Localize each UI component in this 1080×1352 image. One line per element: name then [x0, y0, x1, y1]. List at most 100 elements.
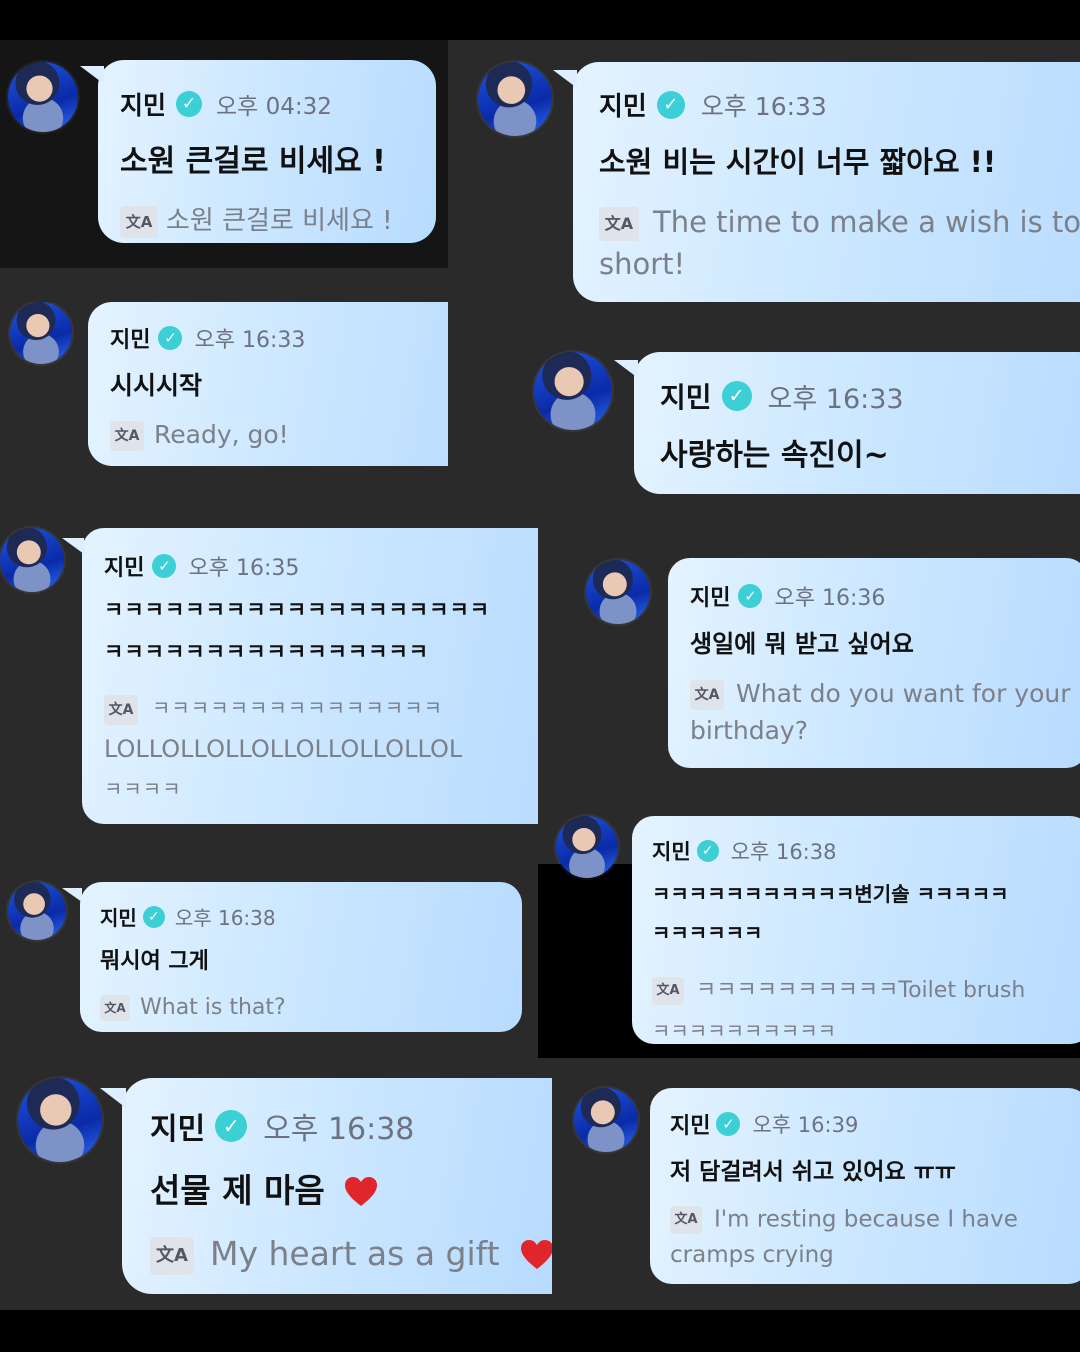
translate-icon: 文A — [690, 680, 724, 710]
translation-row: 文A What do you want for your — [690, 679, 1080, 710]
translation-row: 文A My heart as a gift — [150, 1234, 552, 1275]
chat-panel-6: 지민 ✓ 오후 16:36 생일에 뭐 받고 싶어요 文A What do you… — [538, 496, 1080, 796]
heart-icon — [344, 1176, 378, 1210]
message-text: 뭐시여 그게 — [100, 949, 209, 974]
translation-text: I'm resting because I have — [714, 1206, 1018, 1233]
message-header: 지민 ✓ 오후 16:35 — [104, 550, 570, 582]
sender-name: 지민 — [150, 1112, 206, 1147]
message-bubble[interactable]: 지민 ✓ 오후 04:32 소원 큰걸로 비세요 ! 文A 소원 큰걸로 비세요 … — [98, 60, 436, 243]
message-bubble[interactable]: 지민 ✓ 오후 16:38 선물 제 마음 文A My heart as a gi… — [122, 1078, 552, 1294]
translation-text: What is that? — [140, 995, 286, 1020]
sender-name: 지민 — [690, 586, 731, 611]
translate-icon: 文A — [652, 977, 684, 1005]
avatar[interactable] — [556, 816, 618, 878]
message-text-continued: ㅋㅋㅋㅋㅋㅋ — [652, 921, 763, 945]
message-header: 지민 ✓ 오후 16:39 — [670, 1108, 1080, 1140]
bubble-tail — [80, 66, 104, 84]
verified-check-icon: ✓ — [738, 584, 763, 608]
translation-text-continued: ㅋㅋㅋㅋㅋㅋㅋㅋㅋㅋ — [652, 1019, 836, 1043]
bubble-tail — [62, 888, 82, 902]
chat-panel-3 — [0, 268, 448, 302]
message-bubble[interactable]: 지민 ✓ 오후 16:33 사랑하는 속진이~ — [634, 352, 1080, 494]
heart-icon — [520, 1239, 552, 1273]
message-header: 지민 ✓ 오후 16:38 — [100, 902, 522, 931]
avatar[interactable] — [586, 560, 650, 624]
translate-icon: 文A — [104, 694, 138, 725]
message-time: 오후 16:33 — [700, 91, 827, 121]
sender-name: 지민 — [670, 1114, 711, 1139]
message-time: 오후 16:33 — [194, 328, 306, 353]
translation-row: 文A ㅋㅋㅋㅋㅋㅋㅋㅋㅋㅋㅋㅋㅋㅋㅋ — [104, 692, 570, 725]
message-bubble[interactable]: 지민 ✓ 오후 16:35 ㅋㅋㅋㅋㅋㅋㅋㅋㅋㅋㅋㅋㅋㅋㅋㅋㅋㅋㅋ ㅋㅋㅋㅋㅋㅋ… — [82, 528, 570, 824]
verified-check-icon: ✓ — [721, 381, 752, 411]
message-text: ㅋㅋㅋㅋㅋㅋㅋㅋㅋㅋㅋㅋㅋㅋㅋㅋㅋㅋㅋ — [104, 598, 491, 622]
message-time: 오후 16:36 — [774, 586, 886, 611]
verified-check-icon: ✓ — [716, 1112, 741, 1136]
translate-icon: 文A — [670, 1206, 702, 1234]
message-bubble[interactable]: 지민 ✓ 오후 16:39 저 담걸려서 쉬고 있어요 ㅠㅠ 文A I'm res… — [650, 1088, 1080, 1284]
avatar[interactable] — [8, 882, 66, 940]
chat-panel-10: 지민 ✓ 오후 16:38 선물 제 마음 文A My heart as a gi… — [0, 1058, 552, 1310]
translation-row: 文A I'm resting because I have — [670, 1206, 1080, 1234]
message-bubble[interactable]: 지민 ✓ 오후 16:36 생일에 뭐 받고 싶어요 文A What do you… — [668, 558, 1080, 768]
bubble-tail — [100, 1088, 126, 1108]
sender-name: 지민 — [652, 840, 691, 864]
message-text-row: 선물 제 마음 — [150, 1164, 552, 1212]
chat-panel-5: 지민 ✓ 오후 16:35 ㅋㅋㅋㅋㅋㅋㅋㅋㅋㅋㅋㅋㅋㅋㅋㅋㅋㅋㅋ ㅋㅋㅋㅋㅋㅋ… — [0, 466, 570, 864]
translation-text-continued: ㅋㅋㅋㅋ — [104, 776, 182, 801]
message-time: 오후 16:38 — [174, 906, 276, 930]
avatar[interactable] — [478, 62, 552, 136]
verified-check-icon: ✓ — [152, 554, 177, 578]
avatar[interactable] — [10, 302, 72, 364]
translation-text: ㅋㅋㅋㅋㅋㅋㅋㅋㅋㅋToilet brush — [696, 978, 1026, 1003]
message-bubble[interactable]: 지민 ✓ 오후 16:38 ㅋㅋㅋㅋㅋㅋㅋㅋㅋㅋㅋ변기솔 ㅋㅋㅋㅋㅋ ㅋㅋㅋㅋㅋ… — [632, 816, 1080, 1044]
sender-name: 지민 — [660, 381, 712, 414]
translation-text: 소원 큰걸로 비세요 ! — [166, 206, 393, 236]
message-text-continued: ㅋㅋㅋㅋㅋㅋㅋㅋㅋㅋㅋㅋㅋㅋㅋㅋ — [104, 640, 430, 664]
translate-icon: 文A — [599, 207, 639, 241]
avatar[interactable] — [0, 528, 64, 592]
chat-panel-2: 지민 ✓ 오후 16:33 소원 비는 시간이 너무 짧아요 !! 文A The … — [448, 40, 1080, 302]
translation-row: 文A The time to make a wish is too — [599, 205, 1080, 241]
translation-text: My heart as a gift — [210, 1234, 500, 1273]
bubble-tail — [614, 360, 638, 378]
chat-panel-9: 지민 ✓ 오후 16:38 ㅋㅋㅋㅋㅋㅋㅋㅋㅋㅋㅋ변기솔 ㅋㅋㅋㅋㅋ ㅋㅋㅋㅋㅋ… — [538, 796, 1080, 1058]
translate-icon: 文A — [120, 205, 158, 238]
sender-name: 지민 — [104, 556, 145, 581]
translation-row: 文A What is that? — [100, 995, 522, 1021]
chat-panel-8: 지민 ✓ 오후 16:38 뭐시여 그게 文A What is that? — [0, 864, 538, 1058]
avatar[interactable] — [534, 352, 612, 430]
translate-icon: 文A — [110, 421, 144, 451]
message-header: 지민 ✓ 오후 16:33 — [599, 86, 1080, 123]
avatar[interactable] — [8, 62, 78, 132]
message-text: 소원 비는 시간이 너무 짧아요 !! — [599, 145, 997, 179]
message-time: 오후 16:33 — [767, 383, 904, 415]
avatar[interactable] — [18, 1078, 102, 1162]
message-bubble[interactable]: 지민 ✓ 오후 16:33 소원 비는 시간이 너무 짧아요 !! 文A The … — [573, 62, 1080, 302]
verified-check-icon: ✓ — [656, 90, 685, 119]
translation-text-continued: short! — [599, 247, 686, 281]
translation-text-continued: cramps crying — [670, 1242, 834, 1268]
translation-text: ㅋㅋㅋㅋㅋㅋㅋㅋㅋㅋㅋㅋㅋㅋㅋ — [152, 696, 443, 720]
message-time: 오후 16:39 — [752, 1113, 859, 1137]
translation-text: Ready, go! — [154, 420, 289, 449]
sender-name: 지민 — [100, 906, 137, 930]
message-text: 사랑하는 속진이~ — [660, 438, 889, 473]
sender-name: 지민 — [599, 92, 647, 122]
message-header: 지민 ✓ 오후 04:32 — [120, 86, 436, 122]
message-text: 저 담걸려서 쉬고 있어요 ㅠㅠ — [670, 1159, 956, 1185]
message-time: 오후 16:38 — [730, 840, 837, 864]
message-header: 지민 ✓ 오후 16:36 — [690, 580, 1080, 612]
chat-panel-3b: 지민 ✓ 오후 16:33 시시시작 文A Ready, go! — [0, 302, 516, 466]
message-time: 오후 16:35 — [188, 556, 300, 581]
message-text: 선물 제 마음 — [150, 1171, 325, 1210]
translation-text-continued: LOLLOLLOLLOLLOLLOLLOLLOL — [104, 734, 463, 763]
message-header: 지민 ✓ 오후 16:38 — [652, 836, 1080, 866]
message-time: 오후 16:38 — [263, 1112, 415, 1147]
verified-check-icon: ✓ — [158, 326, 183, 350]
message-bubble[interactable]: 지민 ✓ 오후 16:38 뭐시여 그게 文A What is that? — [80, 882, 522, 1032]
avatar[interactable] — [574, 1088, 638, 1152]
verified-check-icon: ✓ — [142, 905, 165, 928]
translate-icon: 文A — [100, 995, 130, 1021]
message-header: 지민 ✓ 오후 16:38 — [150, 1104, 552, 1148]
